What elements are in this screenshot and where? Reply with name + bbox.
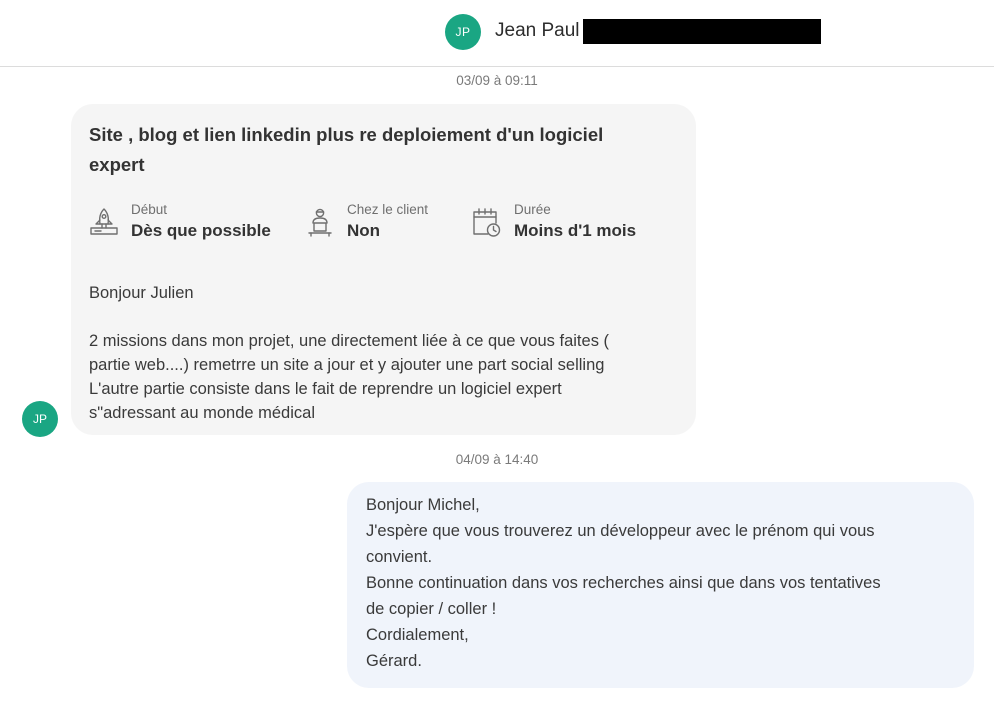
contact-avatar[interactable]: JP bbox=[445, 14, 481, 50]
redacted-surname bbox=[583, 19, 821, 44]
message-line: 2 missions dans mon projet, une directem… bbox=[89, 332, 610, 350]
sender-avatar[interactable]: JP bbox=[22, 401, 58, 437]
incoming-message-bubble: Site , blog et lien linkedin plus re dep… bbox=[71, 104, 696, 435]
meta-value: Moins d'1 mois bbox=[514, 221, 637, 240]
meta-label: Début bbox=[131, 202, 168, 217]
message-line: J'espère que vous trouverez un développe… bbox=[366, 522, 875, 540]
calendar-clock-icon bbox=[473, 208, 501, 237]
mission-title-line: expert bbox=[89, 154, 145, 175]
meta-label: Durée bbox=[514, 202, 551, 217]
outgoing-message-bubble: Bonjour Michel, J'espère que vous trouve… bbox=[347, 482, 974, 688]
message-line: convient. bbox=[366, 548, 433, 566]
message-line: Bonne continuation dans vos recherches a… bbox=[366, 574, 881, 592]
message-line: partie web....) remetrre un site a jour … bbox=[89, 356, 605, 374]
person-at-desk-icon bbox=[308, 208, 332, 237]
message-line: s"adressant au monde médical bbox=[89, 404, 315, 422]
message-line: Bonjour Michel, bbox=[366, 496, 480, 514]
message-line: de copier / coller ! bbox=[366, 600, 497, 618]
meta-label: Chez le client bbox=[347, 202, 429, 217]
mission-title-line: Site , blog et lien linkedin plus re dep… bbox=[89, 124, 604, 145]
conversation-page: JP Jean Paul 03/09 à 09:11 Site , blog e… bbox=[0, 0, 994, 710]
mission-title: Site , blog et lien linkedin plus re dep… bbox=[89, 120, 649, 180]
contact-name[interactable]: Jean Paul bbox=[495, 20, 580, 42]
outgoing-message-text: Bonjour Michel, J'espère que vous trouve… bbox=[366, 492, 956, 674]
incoming-message-text: Bonjour Julien 2 missions dans mon proje… bbox=[89, 281, 684, 425]
message-line: L'autre partie consiste dans le fait de … bbox=[89, 380, 562, 398]
message-timestamp: 03/09 à 09:11 bbox=[456, 73, 538, 88]
message-line: Gérard. bbox=[366, 652, 422, 670]
message-timestamp: 04/09 à 14:40 bbox=[455, 452, 539, 467]
meta-value: Dès que possible bbox=[131, 221, 271, 240]
message-greeting: Bonjour Julien bbox=[89, 284, 194, 302]
message-line: Cordialement, bbox=[366, 626, 469, 644]
meta-value: Non bbox=[347, 221, 381, 240]
conversation-header: JP Jean Paul bbox=[0, 0, 994, 67]
rocket-launch-icon bbox=[90, 208, 118, 235]
